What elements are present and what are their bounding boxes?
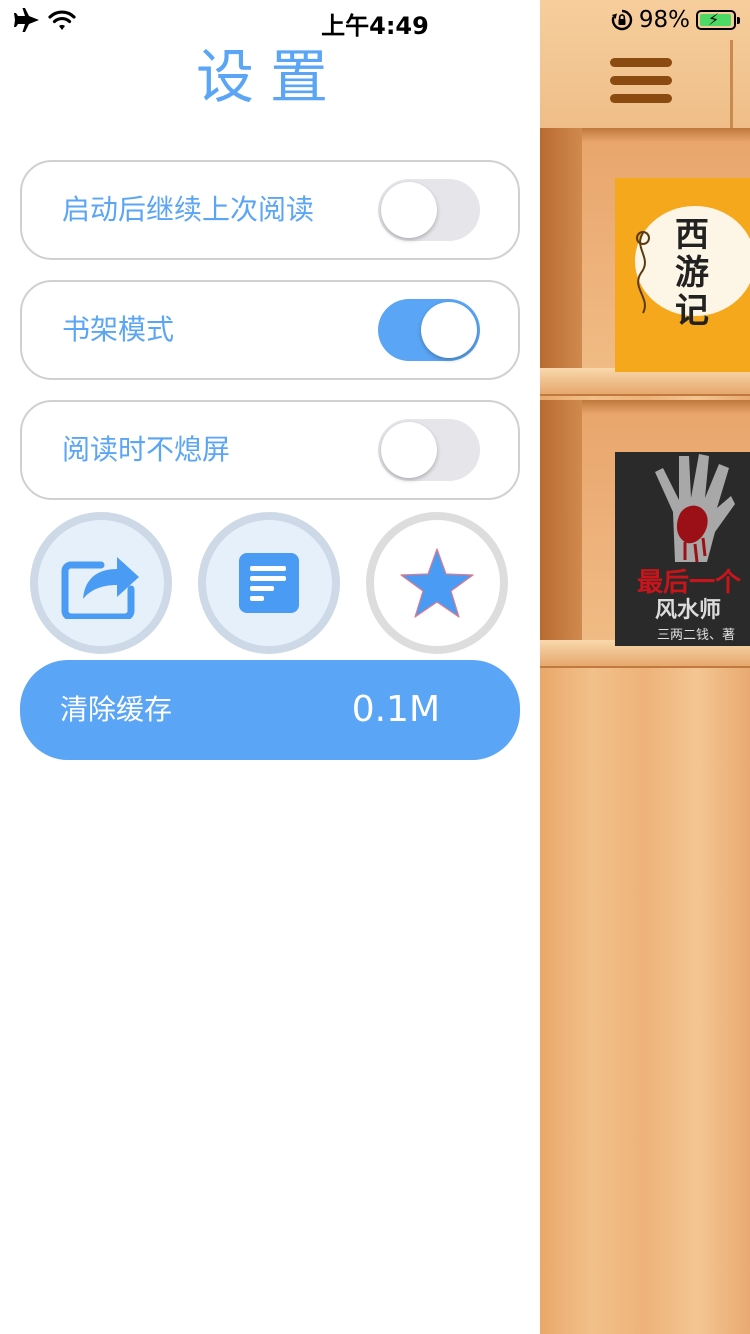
setting-label: 书架模式 [62,313,175,346]
book-cover-fengshuishi[interactable]: 最后一个 风水师 三两二钱、著 [615,452,750,646]
bloody-hand-illustration [655,454,735,562]
settings-panel: 设置 启动后继续上次阅读 书架模式 阅读时不熄屏 清除缓存 0.1M [0,0,540,1334]
battery-icon: ⚡ [696,10,740,30]
status-right-icons: 98% ⚡ [611,6,740,34]
setting-row-bookshelf-mode: 书架模式 [20,280,520,380]
bookshelf: 西游记 最后一个 风水师 三两二钱、著 [540,0,750,1334]
book-cover-xiyouji[interactable]: 西游记 [615,178,750,372]
setting-label: 启动后继续上次阅读 [62,193,315,226]
share-button[interactable] [30,512,172,654]
feedback-button[interactable] [198,512,340,654]
book-title-line2: 风水师 [655,597,722,623]
setting-row-keep-screen-on: 阅读时不熄屏 [20,400,520,500]
keep-screen-on-toggle[interactable] [378,419,480,481]
hamburger-menu-icon[interactable] [610,58,672,106]
book-title: 西游记 [675,215,709,331]
clear-cache-label: 清除缓存 [60,693,173,726]
star-icon [400,548,474,618]
rate-button[interactable] [366,512,508,654]
share-icon [61,557,139,619]
rotation-lock-icon [611,9,633,31]
document-icon [239,553,299,613]
resume-reading-toggle[interactable] [378,179,480,241]
setting-label: 阅读时不熄屏 [62,433,231,466]
battery-percent: 98% [638,7,690,33]
book-author: 三两二钱、著 [657,628,736,643]
cache-size-value: 0.1M [351,689,440,730]
bookshelf-mode-toggle[interactable] [378,299,480,361]
shelf-row: 最后一个 风水师 三两二钱、著 [540,400,750,668]
divider [730,40,733,128]
shelf-row: 西游记 [540,128,750,396]
setting-row-resume-reading: 启动后继续上次阅读 [20,160,520,260]
clear-cache-button[interactable]: 清除缓存 0.1M [20,660,520,760]
book-illustration [636,231,650,314]
status-bar: 上午4:49 98% ⚡ [0,0,750,40]
page-title: 设置 [195,43,344,111]
